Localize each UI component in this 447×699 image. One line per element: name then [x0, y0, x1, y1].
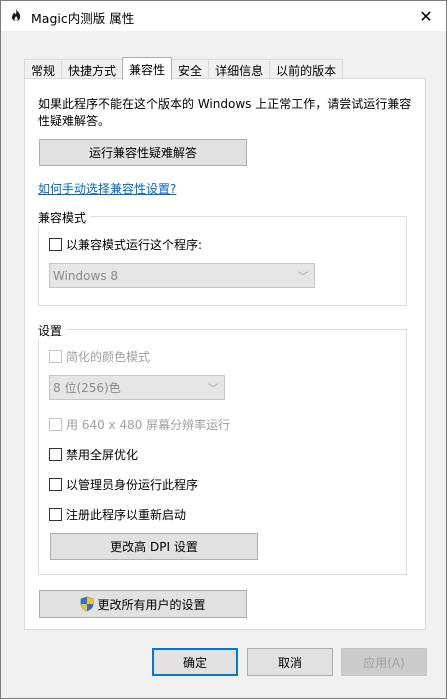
intro-text: 如果此程序不能在这个版本的 Windows 上正常工作，请尝试运行兼容性疑难解答… — [38, 97, 412, 128]
os-version-value: Windows 8 — [53, 268, 119, 283]
compat-mode-checkbox-label: 以兼容模式运行这个程序: — [66, 238, 203, 252]
tab-general[interactable]: 常规 — [24, 59, 63, 80]
register-restart-checkbox[interactable]: 注册此程序以重新启动 — [49, 506, 186, 523]
compat-mode-group: 兼容模式 以兼容模式运行这个程序: Windows 8 ﹀ — [34, 209, 407, 306]
uac-shield-icon — [80, 596, 94, 612]
checkbox-box — [49, 448, 62, 461]
run-as-admin-label: 以管理员身份运行此程序 — [66, 478, 199, 492]
checkbox-box — [49, 238, 62, 251]
disable-fullscreen-checkbox[interactable]: 禁用全屏优化 — [49, 446, 138, 463]
tab-details[interactable]: 详细信息 — [208, 59, 271, 80]
resolution-640-label: 用 640 x 480 屏幕分辨率运行 — [66, 418, 231, 432]
tab-security[interactable]: 安全 — [171, 59, 210, 80]
tab-shortcut[interactable]: 快捷方式 — [61, 59, 124, 80]
reduced-color-checkbox: 简化的颜色模式 — [49, 348, 150, 365]
cancel-button[interactable]: 取消 — [247, 648, 333, 676]
all-users-button-label: 更改所有用户的设置 — [97, 597, 206, 612]
dialog-body: 常规 快捷方式 兼容性 安全 详细信息 以前的版本 如果此程序不能在这个版本的 … — [1, 31, 446, 698]
properties-dialog: Magic内测版 属性 ✕ 常规 快捷方式 兼容性 安全 详细信息 以前的版本 … — [0, 0, 447, 699]
chevron-down-icon: ﹀ — [208, 384, 218, 395]
checkbox-box — [49, 478, 62, 491]
ok-button[interactable]: 确定 — [152, 648, 238, 676]
window-title: Magic内测版 属性 — [31, 11, 135, 26]
flame-app-icon — [8, 8, 24, 24]
settings-group: 设置 简化的颜色模式 8 位(256)色 ﹀ 用 640 x 480 屏幕分辨率… — [34, 322, 407, 575]
chevron-down-icon: ﹀ — [298, 272, 308, 283]
disable-fullscreen-label: 禁用全屏优化 — [66, 448, 139, 462]
checkbox-box — [49, 508, 62, 521]
compat-mode-checkbox[interactable]: 以兼容模式运行这个程序: — [49, 236, 202, 253]
reduced-color-label: 简化的颜色模式 — [66, 350, 151, 364]
register-restart-label: 注册此程序以重新启动 — [66, 508, 187, 522]
tab-bar: 常规 快捷方式 兼容性 安全 详细信息 以前的版本 — [24, 57, 344, 80]
checkbox-box — [49, 350, 62, 363]
tab-compatibility[interactable]: 兼容性 — [122, 57, 173, 80]
tab-previous-versions[interactable]: 以前的版本 — [269, 59, 344, 80]
troubleshoot-button[interactable]: 运行兼容性疑难解答 — [39, 139, 247, 166]
checkbox-box — [49, 418, 62, 431]
compatibility-panel: 如果此程序不能在这个版本的 Windows 上正常工作，请尝试运行兼容性疑难解答… — [24, 78, 426, 630]
apply-button[interactable]: 应用(A) — [341, 648, 427, 676]
settings-group-label: 设置 — [34, 322, 67, 339]
close-icon[interactable]: ✕ — [414, 5, 438, 27]
color-depth-select: 8 位(256)色 ﹀ — [49, 375, 225, 400]
title-bar[interactable]: Magic内测版 属性 ✕ — [1, 1, 446, 31]
all-users-button[interactable]: 更改所有用户的设置 — [39, 590, 247, 618]
run-as-admin-checkbox[interactable]: 以管理员身份运行此程序 — [49, 476, 198, 493]
dpi-settings-button[interactable]: 更改高 DPI 设置 — [50, 533, 258, 560]
os-version-select: Windows 8 ﹀ — [49, 263, 315, 288]
compat-mode-group-label: 兼容模式 — [34, 209, 91, 226]
color-depth-value: 8 位(256)色 — [53, 381, 121, 395]
resolution-640-checkbox: 用 640 x 480 屏幕分辨率运行 — [49, 416, 230, 433]
manual-settings-link[interactable]: 如何手动选择兼容性设置? — [38, 180, 176, 197]
